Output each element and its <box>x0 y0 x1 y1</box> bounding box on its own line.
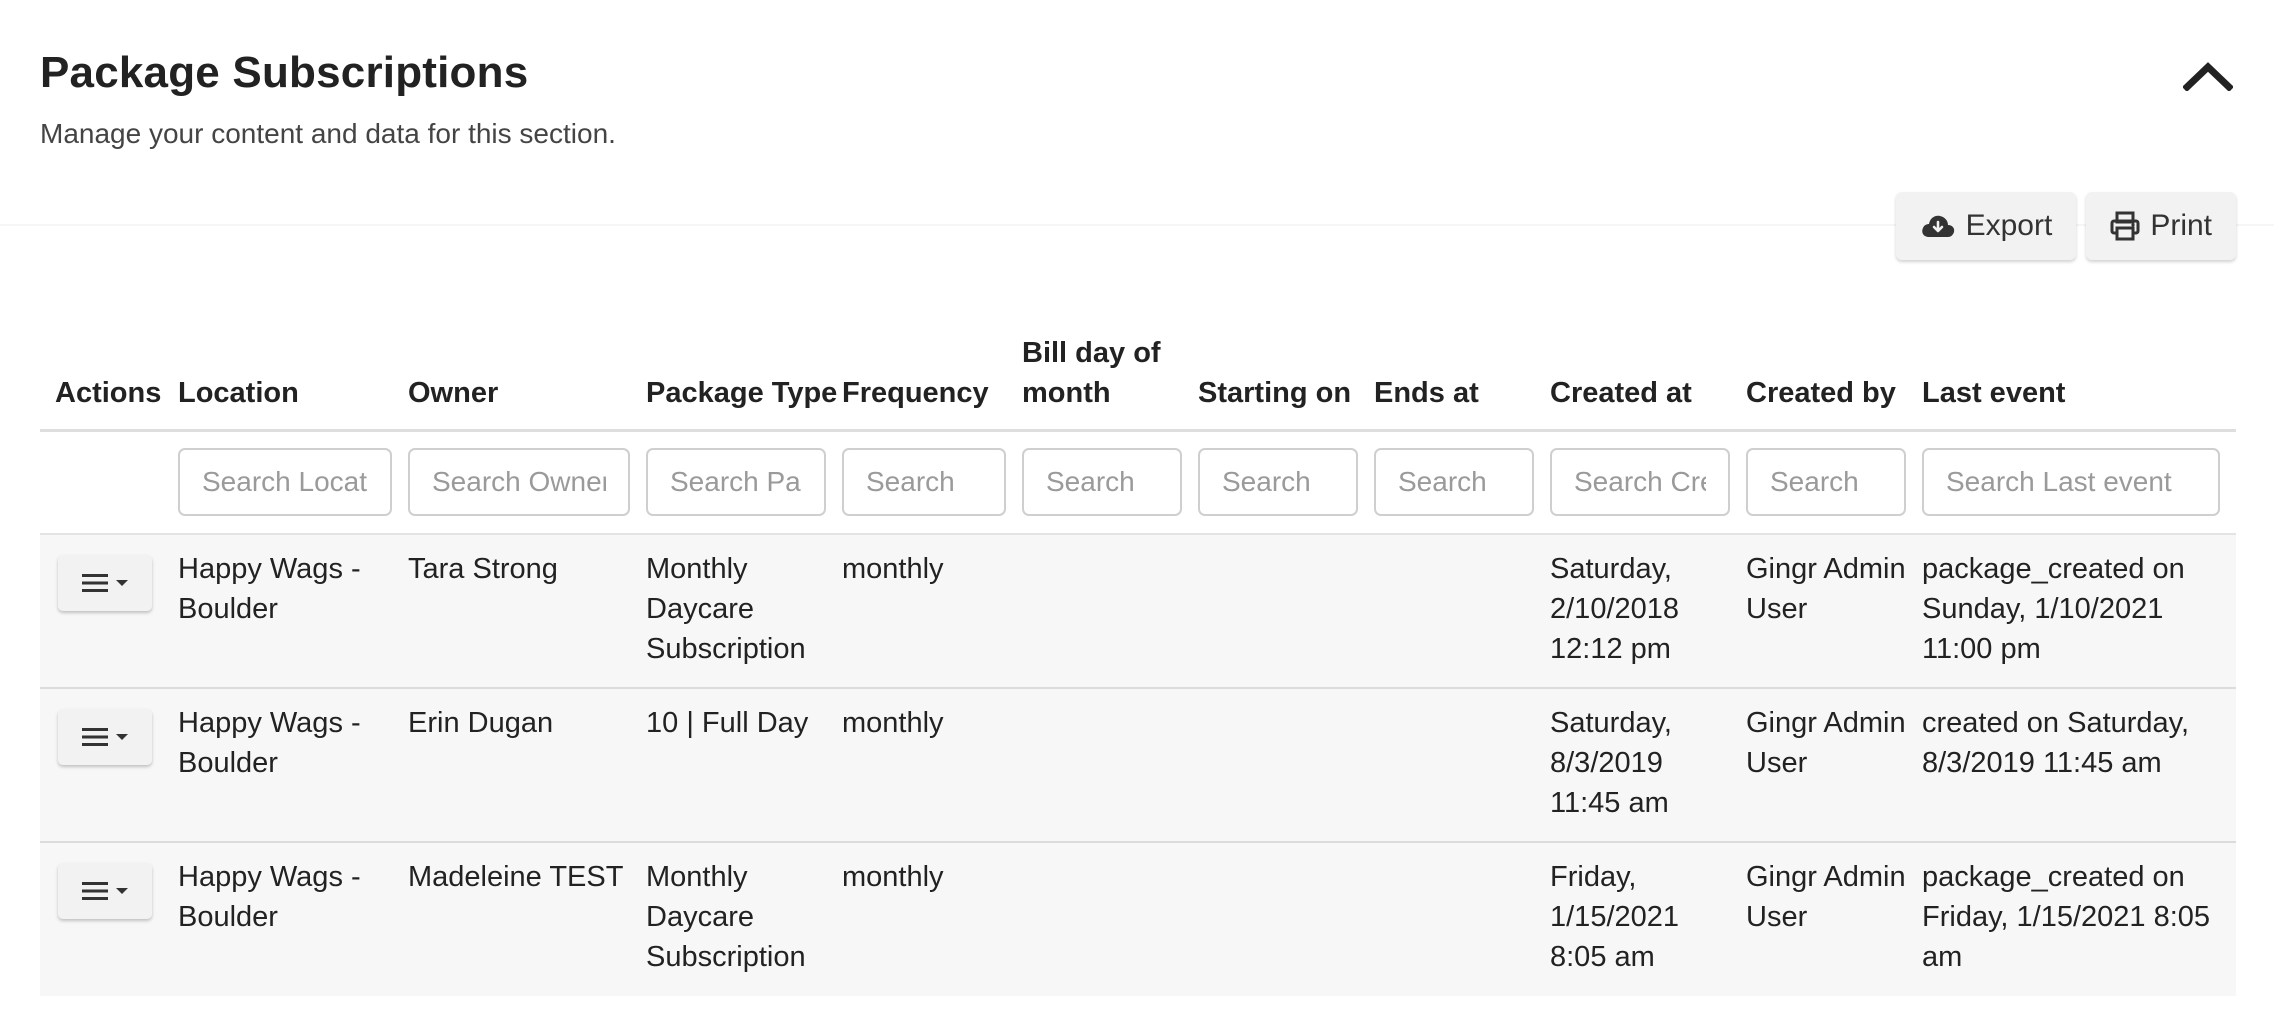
table-row: Happy Wags - Boulder Madeleine TEST Mont… <box>40 842 2236 996</box>
export-button-label: Export <box>1965 209 2053 242</box>
cell-bill-day <box>1022 842 1198 996</box>
search-created-at-input[interactable] <box>1550 448 1730 517</box>
hamburger-menu-icon <box>82 882 108 900</box>
column-header-bill-day[interactable]: Bill day of month <box>1022 328 1198 432</box>
cell-owner: Erin Dugan <box>408 688 646 843</box>
caret-down-icon <box>116 580 128 586</box>
search-bill-day-input[interactable] <box>1022 448 1182 517</box>
cell-owner: Madeleine TEST <box>408 861 624 893</box>
cell-starting-on <box>1198 842 1374 996</box>
filter-cell-actions <box>40 430 178 535</box>
column-header-created-at[interactable]: Created at <box>1550 328 1746 432</box>
cell-package-type: 10 | Full Day <box>646 688 842 843</box>
cell-ends-at <box>1374 534 1550 689</box>
filter-cell-bill-day <box>1022 430 1198 535</box>
page-subtitle: Manage your content and data for this se… <box>40 118 616 149</box>
filter-cell-starting-on <box>1198 430 1374 535</box>
row-actions-cell <box>40 842 178 996</box>
column-header-ends-at[interactable]: Ends at <box>1374 328 1550 432</box>
page-title: Package Subscriptions <box>40 48 529 97</box>
column-header-starting-on[interactable]: Starting on <box>1198 328 1374 432</box>
row-actions-button[interactable] <box>58 555 152 611</box>
filter-cell-owner <box>408 430 646 535</box>
table-toolbar: Export Print <box>1895 192 2236 260</box>
search-ends-at-input[interactable] <box>1374 448 1534 517</box>
column-header-package-type[interactable]: Package Type <box>646 328 842 432</box>
cell-package-type: Monthly Daycare Subscription <box>646 534 842 689</box>
search-frequency-input[interactable] <box>842 448 1006 517</box>
cloud-download-icon <box>1921 215 1954 237</box>
cell-last-event: package_created on Sunday, 1/10/2021 11:… <box>1922 534 2236 689</box>
filter-cell-created-at <box>1550 430 1746 535</box>
hamburger-menu-icon <box>82 728 108 746</box>
row-actions-button[interactable] <box>58 863 152 919</box>
search-location-input[interactable] <box>178 448 392 517</box>
cell-created-at: Friday, 1/15/2021 8:05 am <box>1550 861 1680 973</box>
subscriptions-table: Actions Location Owner Package Type Freq… <box>40 328 2236 996</box>
column-header-owner[interactable]: Owner <box>408 328 646 432</box>
cell-ends-at <box>1374 842 1550 996</box>
search-package-type-input[interactable] <box>646 448 826 517</box>
cell-created-by: Gingr Admin User <box>1746 688 1922 843</box>
printer-icon <box>2110 211 2140 241</box>
caret-down-icon <box>116 734 128 740</box>
search-starting-on-input[interactable] <box>1198 448 1358 517</box>
filter-cell-last-event <box>1922 430 2236 535</box>
row-actions-cell <box>40 688 178 843</box>
cell-starting-on <box>1198 534 1374 689</box>
table-row: Happy Wags - Boulder Erin Dugan 10 | Ful… <box>40 688 2236 843</box>
column-header-created-by[interactable]: Created by <box>1746 328 1922 432</box>
collapse-button[interactable] <box>2182 56 2234 96</box>
row-actions-button[interactable] <box>58 709 152 765</box>
cell-last-event: package_created on Friday, 1/15/2021 8:0… <box>1922 861 2211 973</box>
search-owner-input[interactable] <box>408 448 630 517</box>
column-header-frequency[interactable]: Frequency <box>842 328 1022 432</box>
cell-frequency: monthly <box>842 534 1022 689</box>
chevron-up-icon <box>2183 62 2233 91</box>
column-header-actions[interactable]: Actions <box>40 328 178 432</box>
caret-down-icon <box>116 888 128 894</box>
column-header-last-event[interactable]: Last event <box>1922 328 2236 432</box>
cell-frequency: monthly <box>842 688 1022 843</box>
filter-cell-ends-at <box>1374 430 1550 535</box>
cell-ends-at <box>1374 688 1550 843</box>
filter-cell-frequency <box>842 430 1022 535</box>
cell-bill-day <box>1022 688 1198 843</box>
cell-created-at: Saturday, 2/10/2018 12:12 pm <box>1550 534 1746 689</box>
cell-created-by: Gingr Admin User <box>1746 534 1922 689</box>
section-header: Package Subscriptions Manage your conten… <box>40 48 2234 150</box>
cell-created-by: Gingr Admin User <box>1746 861 1906 933</box>
cell-location: Happy Wags - Boulder <box>178 688 408 843</box>
cell-owner: Tara Strong <box>408 534 646 689</box>
search-created-by-input[interactable] <box>1746 448 1906 517</box>
cell-created-at: Saturday, 8/3/2019 11:45 am <box>1550 688 1746 843</box>
filter-cell-created-by <box>1746 430 1922 535</box>
search-last-event-input[interactable] <box>1922 448 2220 517</box>
filter-cell-package-type <box>646 430 842 535</box>
print-button[interactable]: Print <box>2086 192 2236 260</box>
cell-starting-on <box>1198 688 1374 843</box>
cell-location: Happy Wags - Boulder <box>178 861 361 933</box>
cell-last-event: created on Saturday, 8/3/2019 11:45 am <box>1922 688 2236 843</box>
header-row: Actions Location Owner Package Type Freq… <box>40 328 2236 432</box>
page: Package Subscriptions Manage your conten… <box>0 0 2274 1034</box>
export-button[interactable]: Export <box>1895 192 2077 260</box>
cell-frequency: monthly <box>842 861 944 893</box>
column-header-location[interactable]: Location <box>178 328 408 432</box>
filter-cell-location <box>178 430 408 535</box>
row-actions-cell <box>40 534 178 689</box>
cell-package-type: Monthly Daycare Subscription <box>646 861 806 973</box>
cell-bill-day <box>1022 534 1198 689</box>
print-button-label: Print <box>2150 209 2212 242</box>
hamburger-menu-icon <box>82 574 108 592</box>
table-row: Happy Wags - Boulder Tara Strong Monthly… <box>40 534 2236 689</box>
filter-row <box>40 430 2236 535</box>
cell-location: Happy Wags - Boulder <box>178 534 408 689</box>
